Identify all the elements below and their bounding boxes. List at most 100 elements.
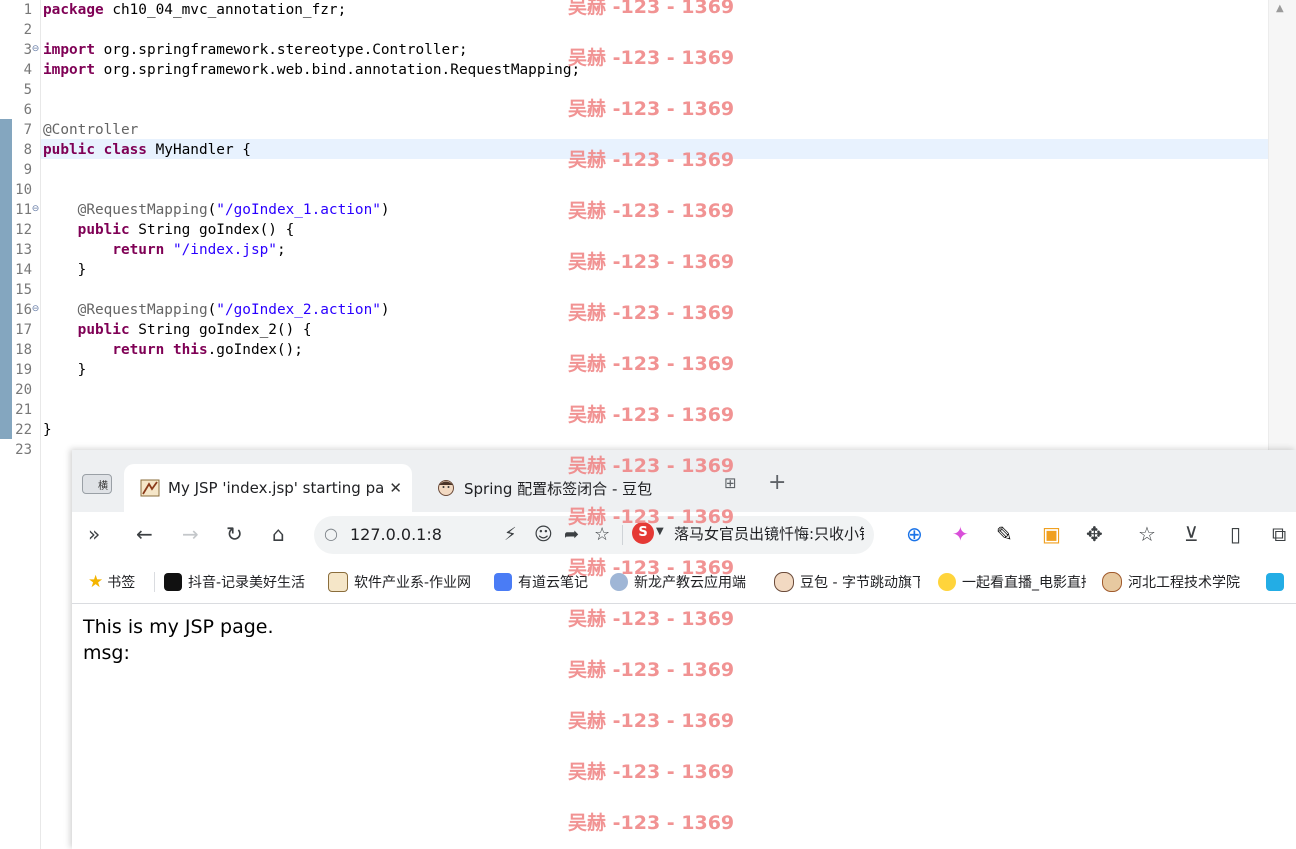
line-number: 4 xyxy=(23,62,32,78)
home-icon[interactable]: ⌂ xyxy=(272,522,285,546)
keyword: class xyxy=(103,142,147,158)
keyword: import xyxy=(43,62,95,78)
code-line: @RequestMapping("/goIndex_1.action") xyxy=(43,200,390,220)
tab-strip: 横 My JSP 'index.jsp' starting page ✕ Spr… xyxy=(72,450,1296,512)
code-text: String goIndex() { xyxy=(129,222,295,238)
bookmark-label: 新龙产教云应用端 xyxy=(634,575,746,591)
string-literal: "/goIndex_2.action" xyxy=(216,302,381,318)
string-literal: "/index.jsp" xyxy=(172,242,277,258)
pen-icon[interactable]: ✎ xyxy=(996,522,1013,546)
line-number: 17 xyxy=(15,322,32,338)
extensions-icon[interactable]: ✥ xyxy=(1086,522,1103,546)
line-number: 20 xyxy=(15,382,32,398)
fold-icon[interactable]: ⊖ xyxy=(31,45,40,54)
code-line: public class MyHandler { xyxy=(43,140,251,160)
code-line: return "/index.jsp"; xyxy=(43,240,285,260)
code-line: import org.springframework.web.bind.anno… xyxy=(43,60,580,80)
address-text[interactable]: 127.0.0.1:8080 xyxy=(350,525,442,544)
tab-favicon xyxy=(328,572,348,592)
bookmark-item[interactable] xyxy=(1266,571,1296,593)
new-tab-icon[interactable]: + xyxy=(768,470,786,495)
reload-icon[interactable]: ↻ xyxy=(226,522,243,546)
ai-icon[interactable]: ✦ xyxy=(952,522,969,546)
lightning-icon[interactable]: ⚡ xyxy=(504,524,517,545)
keyword: return xyxy=(112,242,165,258)
code-text: } xyxy=(77,262,87,278)
bookmark-item[interactable]: 抖音-记录美好生活 xyxy=(164,571,312,593)
fold-icon[interactable]: ⊖ xyxy=(31,205,40,214)
bookmark-item[interactable]: 一起看直播_电影直播 xyxy=(938,571,1086,593)
forward-icon[interactable]: → xyxy=(182,522,199,546)
code-line: import org.springframework.stereotype.Co… xyxy=(43,40,468,60)
share-icon[interactable]: ➦ xyxy=(564,524,579,545)
bookmark-item[interactable]: 豆包 - 字节跳动旗下 xyxy=(774,571,920,593)
code-line: @RequestMapping("/goIndex_2.action") xyxy=(43,300,390,320)
code-text: org.springframework.web.bind.annotation.… xyxy=(94,62,581,78)
bookmark-item[interactable]: 新龙产教云应用端 xyxy=(610,571,760,593)
code-text: .goIndex(); xyxy=(207,342,303,358)
back-icon[interactable]: ← xyxy=(136,522,153,546)
code-text: org.springframework.stereotype.Controlle… xyxy=(94,42,468,58)
line-number: 18 xyxy=(15,342,32,358)
code-line: } xyxy=(43,260,87,280)
sidebar-toggle-icon[interactable]: 横 xyxy=(82,474,112,494)
code-line: return this.goIndex(); xyxy=(43,340,303,360)
code-text: String goIndex_2() { xyxy=(129,322,312,338)
bot-icon[interactable]: ☺ xyxy=(534,524,553,545)
keyword: public xyxy=(77,222,130,238)
divider xyxy=(154,572,155,592)
address-bar[interactable]: ○ 127.0.0.1:8080 ⚡ ☺ ➦ ☆ S ▼ 落马女官员出镜忏悔:只… xyxy=(314,516,874,554)
code-line: @Controller xyxy=(43,120,138,140)
code-line: } xyxy=(43,360,87,380)
cloud-icon xyxy=(610,573,628,591)
keyword: package xyxy=(43,2,104,18)
code-text: MyHandler { xyxy=(146,142,251,158)
folder-icon[interactable]: ▣ xyxy=(1042,522,1061,546)
fold-icon[interactable]: ⊖ xyxy=(31,305,40,314)
bookmark-item[interactable]: 有道云笔记 xyxy=(494,571,600,593)
close-icon[interactable]: ✕ xyxy=(389,479,402,497)
tab-index-jsp[interactable]: My JSP 'index.jsp' starting page ✕ xyxy=(124,464,412,512)
youdao-icon xyxy=(494,573,512,591)
bookmark-item[interactable]: ★ 书签 xyxy=(88,571,135,593)
side-panel-icon[interactable]: ⊞ xyxy=(724,474,737,492)
line-number: 9 xyxy=(23,162,32,178)
bilibili-icon xyxy=(1266,573,1284,591)
page-content: This is my JSP page. msg: xyxy=(72,604,1296,849)
sogou-icon[interactable]: S xyxy=(632,522,654,544)
tab-toggle-label: 横 xyxy=(98,481,108,492)
line-number: 6 xyxy=(23,102,32,118)
vertical-scrollbar[interactable]: ▲ xyxy=(1268,0,1296,450)
code-text: ) xyxy=(380,302,390,318)
keyword: this xyxy=(172,342,208,358)
download-icon[interactable]: ⊻ xyxy=(1184,522,1199,546)
code-line: } xyxy=(43,420,52,440)
doubao-favicon xyxy=(438,480,454,496)
news-ticker[interactable]: 落马女官员出镜忏悔:只收小钱 xyxy=(674,523,864,544)
code-text: } xyxy=(77,362,87,378)
code-text: ) xyxy=(380,202,390,218)
tab-title: Spring 配置标签闭合 - 豆包 xyxy=(464,479,653,498)
line-number: 10 xyxy=(15,182,32,198)
line-number: 3 xyxy=(23,42,32,58)
favorites-icon[interactable]: ☆ xyxy=(1138,522,1156,546)
scroll-up-icon[interactable]: ▲ xyxy=(1276,3,1284,14)
bookmark-item[interactable]: 软件产业系-作业网 xyxy=(328,571,478,593)
bookmark-label: 河北工程技术学院 xyxy=(1128,575,1240,591)
bookmark-label: 软件产业系-作业网 xyxy=(354,575,472,591)
bookmark-star-icon[interactable]: ☆ xyxy=(594,524,610,545)
chevron-down-icon[interactable]: ▼ xyxy=(656,526,664,537)
phone-icon[interactable]: ▯ xyxy=(1230,522,1241,546)
expand-icon[interactable]: » xyxy=(88,522,100,546)
keyword: public xyxy=(77,322,130,338)
tab-doubao[interactable]: Spring 配置标签闭合 - 豆包 xyxy=(424,464,676,512)
line-number: 16 xyxy=(15,302,32,318)
keyword: import xyxy=(43,42,95,58)
bookmark-item[interactable]: 河北工程技术学院 xyxy=(1102,571,1250,593)
browser-toolbar: » ← → ↻ ⌂ ○ 127.0.0.1:8080 ⚡ ☺ ➦ ☆ S ▼ 落… xyxy=(72,512,1296,558)
doubao-favicon xyxy=(774,572,794,592)
window-icon[interactable]: ⧉ xyxy=(1272,522,1286,546)
bookmark-label: 有道云笔记 xyxy=(518,575,588,591)
keyword: return xyxy=(112,342,165,358)
translate-icon[interactable]: ⊕ xyxy=(906,522,923,546)
